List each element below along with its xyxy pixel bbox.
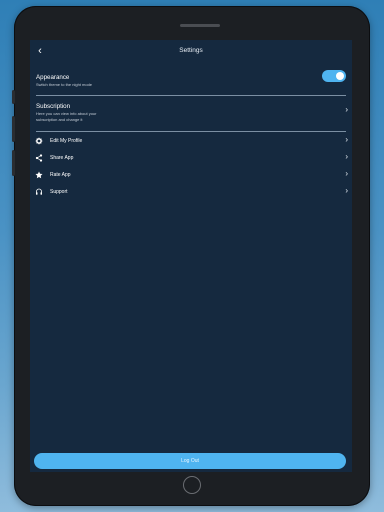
chevron-right-icon: › — [345, 135, 348, 144]
speaker-grille — [180, 24, 220, 27]
star-icon — [35, 171, 43, 179]
logout-button[interactable]: Log Out — [34, 453, 346, 469]
volume-down-button — [12, 150, 15, 176]
menu-item-label: Support — [50, 188, 68, 195]
appearance-title: Appearance — [36, 74, 70, 81]
page-title: Settings — [179, 47, 203, 54]
menu-item-share-app[interactable]: Share App › — [30, 151, 352, 165]
chevron-right-icon: › — [345, 169, 348, 178]
menu-item-label: Rate App — [50, 171, 71, 178]
tablet-frame: ‹ Settings Appearance Switch theme to th… — [12, 6, 370, 506]
menu-item-rate-app[interactable]: Rate App › — [30, 168, 352, 182]
menu-item-edit-profile[interactable]: Edit My Profile › — [30, 134, 352, 148]
dark-mode-toggle[interactable] — [322, 70, 346, 82]
subscription-row[interactable]: Subscription Here you can view info abou… — [30, 96, 352, 130]
subscription-subtitle-line2: subscription and change it — [36, 117, 83, 122]
chevron-right-icon: › — [345, 152, 348, 161]
menu-item-label: Share App — [50, 154, 74, 161]
divider — [36, 131, 346, 132]
mute-switch — [12, 90, 15, 104]
toggle-knob — [336, 72, 344, 80]
home-button[interactable] — [183, 476, 201, 494]
subscription-title: Subscription — [36, 103, 71, 110]
gear-icon — [35, 137, 43, 145]
volume-up-button — [12, 116, 15, 142]
appearance-subtitle: Switch theme to the night mode — [36, 82, 93, 87]
headset-icon — [36, 188, 42, 195]
menu-item-support[interactable]: Support › — [30, 185, 352, 199]
appearance-row: Appearance Switch theme to the night mod… — [30, 66, 352, 94]
top-bar: ‹ Settings — [30, 40, 352, 62]
chevron-right-icon: › — [345, 186, 348, 195]
chevron-right-icon: › — [345, 105, 348, 114]
share-icon — [35, 154, 43, 162]
menu-item-label: Edit My Profile — [50, 137, 83, 144]
settings-screen: ‹ Settings Appearance Switch theme to th… — [30, 40, 352, 472]
